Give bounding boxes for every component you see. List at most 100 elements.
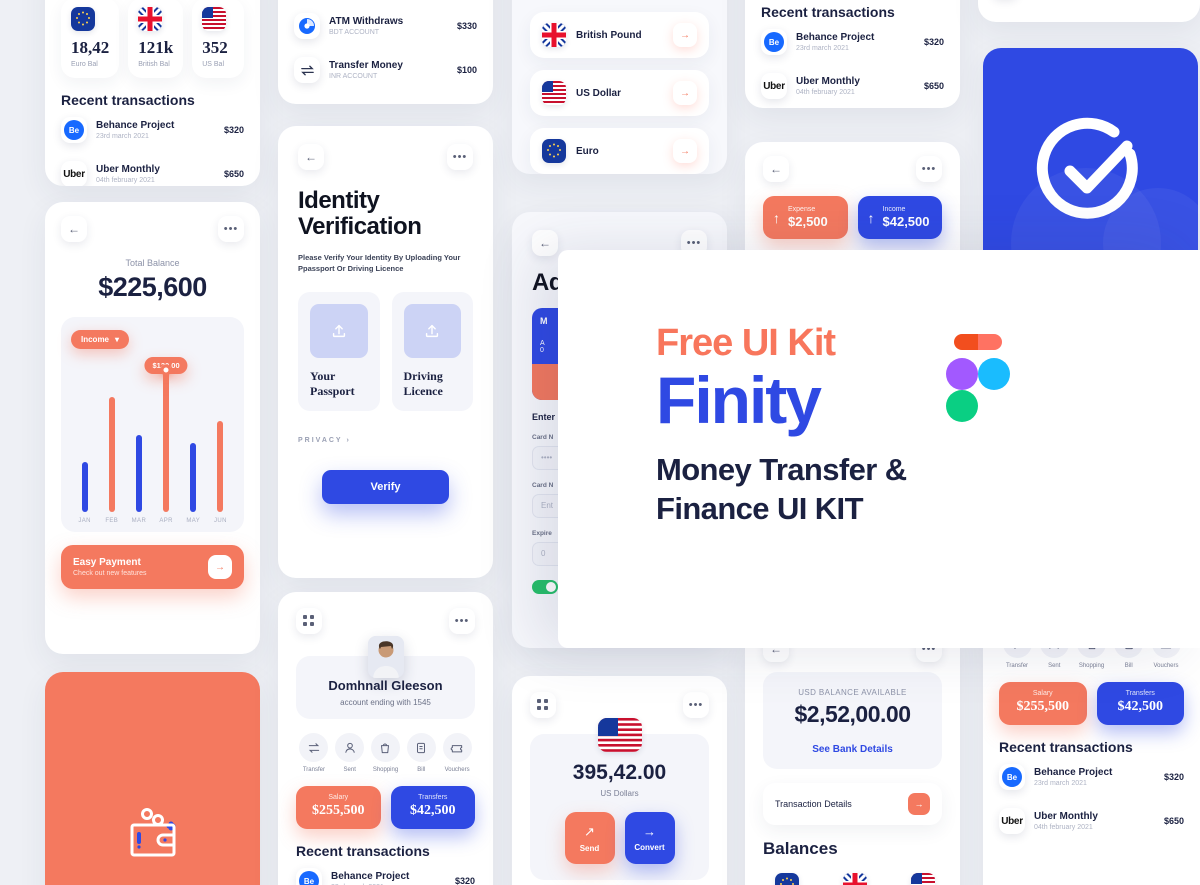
easy-payment-banner[interactable]: Easy Payment Check out new features →: [61, 545, 244, 589]
profile-summary: Domhnall Gleeson account ending with 154…: [296, 636, 475, 719]
chart-bar[interactable]: [163, 370, 170, 512]
more-dots-icon[interactable]: •••: [447, 144, 473, 170]
more-dots-icon[interactable]: •••: [449, 608, 475, 634]
chart-x-label: JAN: [78, 518, 91, 524]
quick-action-vouchers[interactable]: Vouchers: [439, 733, 475, 773]
usd-wallet-card: ••• 395,42.00 US Dollars ↗ Send → Conver…: [512, 676, 727, 885]
table-row[interactable]: Uber Uber Monthly 04th february 2021 $65…: [61, 152, 244, 186]
convert-button[interactable]: → Convert: [624, 812, 675, 864]
usd-balance-panel: 395,42.00 US Dollars ↗ Send → Convert: [530, 718, 709, 880]
send-arrow-icon: ↗: [584, 823, 595, 839]
profile-account-card: ••• Domhnall Gleeson account ending with…: [278, 592, 493, 885]
chart-filter-dropdown[interactable]: Income ▾: [71, 330, 130, 349]
currency-list-card: British Pound → US Dollar → Euro →: [512, 0, 727, 174]
list-item[interactable]: Euro →: [530, 128, 709, 174]
upload-passport-option[interactable]: Your Passport: [298, 292, 380, 412]
balance-label: British Bal: [138, 61, 170, 68]
atm-icon: [294, 13, 320, 39]
transaction-amount: $650: [1163, 816, 1184, 826]
arrow-right-icon[interactable]: →: [208, 555, 232, 579]
more-dots-icon[interactable]: •••: [683, 692, 709, 718]
uk-flag-icon[interactable]: [843, 873, 867, 885]
us-flag-icon: [597, 718, 642, 752]
expense-tile[interactable]: ↑ Expense $2,500: [763, 196, 848, 239]
table-row[interactable]: Transfer Money INR ACCOUNT $100: [992, 0, 1186, 2]
uk-flag-icon: [138, 7, 163, 31]
balance-tile[interactable]: 121k British Bal: [128, 0, 184, 78]
table-row[interactable]: Uber Uber Monthly 04th february 2021 $65…: [999, 799, 1184, 843]
expense-income-tiles: ↑ Expense $2,500 ↑ Income $42,500: [763, 196, 942, 239]
us-flag-icon[interactable]: [911, 873, 935, 885]
table-row[interactable]: Uber Uber Monthly 04th february 2021 $65…: [761, 64, 944, 108]
arrow-right-icon[interactable]: →: [673, 139, 697, 163]
chart-bar[interactable]: [190, 443, 197, 512]
chart-bar[interactable]: [81, 462, 88, 512]
verify-button[interactable]: Verify: [322, 470, 449, 505]
chevron-right-icon: ›: [346, 437, 351, 445]
more-dots-icon[interactable]: •••: [218, 216, 244, 242]
upload-label-line2: Passport: [310, 384, 355, 399]
arrow-left-icon[interactable]: ←: [61, 216, 87, 242]
more-dots-icon[interactable]: •••: [916, 156, 942, 182]
income-chart: Income ▾ $120.00 JAN FEB MAR APR MAY JUN: [61, 317, 244, 532]
table-row[interactable]: Be Behance Project 23rd march 2021 $320: [296, 859, 475, 885]
expense-value: $2,500: [788, 214, 828, 229]
section-title: Recent transactions: [761, 4, 895, 20]
quick-action-shopping[interactable]: Shopping: [368, 733, 404, 773]
table-row[interactable]: Transfer Money INR ACCOUNT $100: [294, 48, 477, 92]
arrow-right-icon[interactable]: →: [673, 81, 697, 105]
qr-scan-icon[interactable]: [296, 608, 322, 634]
banner-subtitle: Check out new features: [73, 570, 147, 577]
chart-bar[interactable]: [108, 396, 115, 512]
send-button[interactable]: ↗ Send: [564, 812, 615, 864]
upload-icon: [310, 304, 368, 359]
us-flag-icon: [542, 81, 566, 105]
uber-icon: Uber: [761, 73, 787, 99]
qr-scan-icon[interactable]: [530, 692, 556, 718]
eu-flag-icon: [71, 7, 95, 31]
table-row[interactable]: Be Behance Project 23rd march 2021 $320: [999, 755, 1184, 799]
list-item[interactable]: British Pound →: [530, 12, 709, 58]
salary-stat[interactable]: Salary $255,500: [296, 786, 381, 829]
transaction-name: Uber Monthly: [1034, 811, 1098, 822]
quick-action-transfer[interactable]: Transfer: [296, 733, 332, 773]
balances-title: Balances: [763, 839, 838, 858]
upload-licence-option[interactable]: Driving Licence: [391, 292, 473, 412]
privacy-link[interactable]: PRIVACY ›: [298, 437, 473, 444]
transaction-details-row[interactable]: Transaction Details →: [763, 783, 942, 825]
transfers-stat[interactable]: Transfers $42,500: [390, 786, 475, 829]
transaction-name: Uber Monthly: [796, 76, 860, 87]
transaction-date: 04th february 2021: [1034, 824, 1093, 831]
eu-flag-icon[interactable]: [775, 873, 799, 885]
usd-actions: ↗ Send → Convert: [540, 812, 699, 864]
transaction-name: Uber Monthly: [96, 164, 160, 175]
arrow-left-icon[interactable]: ←: [532, 230, 558, 256]
income-tile[interactable]: ↑ Income $42,500: [857, 196, 942, 239]
salary-stat[interactable]: Salary $255,500: [999, 682, 1087, 725]
upload-icon: [403, 304, 461, 359]
upload-label-line2: Licence: [403, 384, 443, 399]
table-row[interactable]: Be Behance Project 23rd march 2021 $320: [761, 20, 944, 64]
arrow-right-icon[interactable]: →: [908, 793, 930, 815]
quick-action-sent[interactable]: Sent: [332, 733, 368, 773]
arrow-left-icon[interactable]: ←: [763, 156, 789, 182]
table-row[interactable]: Be Behance Project 23rd march 2021 $320: [61, 108, 244, 152]
profile-name: Domhnall Gleeson: [328, 678, 443, 693]
see-bank-details-link[interactable]: See Bank Details: [773, 744, 932, 755]
stat-value: $255,500: [1016, 699, 1070, 714]
balance-tile[interactable]: 18,42 Euro Bal: [61, 0, 120, 78]
chart-bar[interactable]: [217, 421, 224, 512]
quick-action-bill[interactable]: Bill: [403, 733, 439, 773]
chart-bar[interactable]: [135, 434, 142, 512]
arrow-right-icon[interactable]: →: [673, 23, 697, 47]
arrow-left-icon[interactable]: ←: [298, 144, 324, 170]
transfers-stat[interactable]: Transfers $42,500: [1096, 682, 1184, 725]
table-row[interactable]: ATM Withdraws BDT ACCOUNT $330: [294, 4, 477, 48]
list-item[interactable]: US Dollar →: [530, 70, 709, 116]
balance-tiles: 18,42 Euro Bal 121k British Bal 352 US B…: [61, 0, 244, 78]
save-card-toggle[interactable]: [532, 579, 558, 594]
quick-actions: Transfer Sent Shopping Bill Vouchers: [296, 733, 475, 773]
usd-amount: 395,42.00: [572, 761, 667, 784]
balance-tile[interactable]: 352 US Bal: [192, 0, 244, 78]
chart-x-label: FEB: [105, 518, 119, 524]
